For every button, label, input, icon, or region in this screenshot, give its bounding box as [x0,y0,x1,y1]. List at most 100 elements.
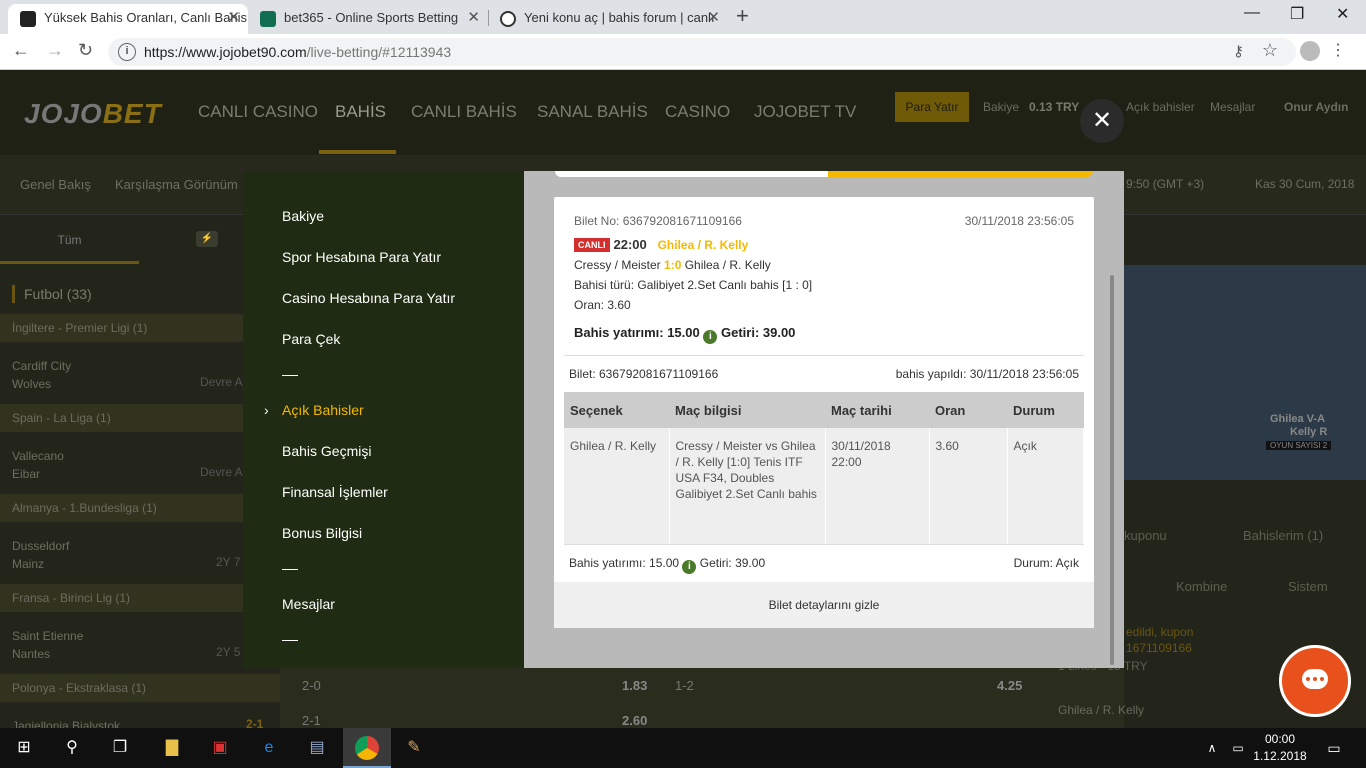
url-path: /live-betting/#12113943 [306,44,452,60]
file-explorer-icon[interactable]: ▇ [160,736,184,760]
menu-para-cek[interactable]: Para Çek [282,331,340,347]
menu-bahis-gecmisi[interactable]: Bahis Geçmişi [282,443,371,459]
tab-forum[interactable]: Yeni konu aç | bahis forum | canlı ✕ [488,4,728,34]
maximize-icon[interactable]: ❐ [1290,4,1304,24]
match-dusseldorf[interactable]: Dusseldorf Mainz [12,537,69,573]
match-away: Eibar [12,467,41,481]
menu-dots-icon[interactable]: ⋮ [1330,40,1346,60]
taskbar-clock[interactable]: 00:00 1.12.2018 [1250,731,1310,765]
nav-canli-casino[interactable]: CANLI CASINO [198,102,318,122]
jojobet-logo[interactable]: JOJOBET [24,98,162,130]
nav-casino[interactable]: CASINO [665,102,730,122]
nav-sanal-bahis[interactable]: SANAL BAHİS [537,102,648,122]
edge-icon[interactable]: e [257,736,281,760]
reload-icon[interactable]: ↻ [78,40,93,61]
paint-icon[interactable]: ✎ [402,736,426,760]
notifications-icon[interactable]: ▭ [1322,736,1346,760]
tab-bahislerim[interactable]: Bahislerim (1) [1243,528,1323,543]
menu-finansal-islemler[interactable]: Finansal İşlemler [282,484,388,500]
new-tab-button[interactable]: + [736,3,749,29]
divider [564,544,1084,545]
odd-value[interactable]: 4.25 [997,678,1022,693]
kupon-msg-1: edildi, kupon [1126,625,1194,639]
lightning-icon[interactable]: ⚡ [196,231,218,247]
site-info-icon[interactable]: i [118,43,136,61]
store-icon[interactable]: ▣ [208,736,232,760]
menu-bonus-bilgisi[interactable]: Bonus Bilgisi [282,525,362,541]
close-window-icon[interactable]: ✕ [1336,4,1349,24]
notepad-icon[interactable]: ▤ [305,736,329,760]
user-menu[interactable]: Onur Aydın [1284,100,1348,114]
foot-getiri: Getiri: 39.00 [699,556,766,570]
league-ligue1[interactable]: Fransa - Birinci Lig (1) [0,584,280,612]
menu-casino-para-yatir[interactable]: Casino Hesabına Para Yatır [282,290,455,306]
subnav-genel-bakis[interactable]: Genel Bakış [20,177,91,192]
tab-underline [0,261,139,264]
match-away: Mainz [12,557,45,571]
menu-label: Açık Bahisler [282,402,364,418]
menu-acik-bahisler[interactable]: › Açık Bahisler [264,402,364,418]
nav-bahis[interactable]: BAHİS [335,102,386,122]
info-icon[interactable]: i [682,560,697,574]
network-icon[interactable]: ▭ [1226,736,1250,760]
league-ekstraklasa[interactable]: Polonya - Ekstraklasa (1) [0,674,280,702]
league-laliga[interactable]: Spain - La Liga (1) [0,404,280,432]
close-tab-icon[interactable]: ✕ [467,4,480,32]
omnibox[interactable]: i https://www.jojobet90.com/live-betting… [108,38,1296,66]
browser-chrome: Yüksek Bahis Oranları, Canlı Bahis ✕ bet3… [0,0,1366,70]
odd-label: 2-1 [302,713,321,728]
ticket-stake-line: Bahis yatırımı: 15.00 i Getiri: 39.00 [574,325,795,344]
tab-bar: Yüksek Bahis Oranları, Canlı Bahis ✕ bet3… [0,0,1366,34]
league-bundesliga[interactable]: Almanya - 1.Bundesliga (1) [0,494,280,522]
td-oran: 3.60 [929,428,1008,544]
chrome-icon[interactable] [355,736,379,760]
url-text[interactable]: https://www.jojobet90.com/live-betting/#… [144,44,451,60]
match-cardiff[interactable]: Cardiff City Wolves [12,357,71,393]
para-yatir-button[interactable]: Para Yatır [895,92,969,122]
mesajlar-link[interactable]: Mesajlar [1210,100,1255,114]
search-icon[interactable]: ⚲ [60,736,84,760]
clock-time: 00:00 [1264,732,1296,746]
match-jagiellonia[interactable]: Jagiellonia Bialystok [12,717,120,728]
match-saint-etienne[interactable]: Saint Etienne Nantes [12,627,83,663]
close-tab-icon[interactable]: ✕ [227,4,240,32]
th-secenek: Seçenek [564,392,669,428]
key-icon[interactable]: ⚷ [1233,42,1244,60]
ticket-time: 22:00 [613,237,647,252]
menu-bakiye[interactable]: Bakiye [282,208,324,224]
info-icon[interactable]: i [703,330,718,344]
live-chat-button[interactable] [1279,645,1351,717]
nav-jojobet-tv[interactable]: JOJOBET TV [754,102,856,122]
tab-kuponu[interactable]: kuponu [1124,528,1167,543]
hide-ticket-details-button[interactable]: Bilet detaylarını gizle [554,582,1094,628]
acik-bahisler-link[interactable]: Açık bahisler [1126,100,1195,114]
task-view-icon[interactable]: ❐ [108,736,132,760]
odd-value[interactable]: 1.83 [622,678,647,693]
odd-value[interactable]: 2.60 [622,713,647,728]
forward-icon[interactable]: → [46,40,64,61]
tray-chevron-icon[interactable]: ∧ [1200,736,1224,760]
tab-kombine[interactable]: Kombine [1176,579,1227,594]
tab-bet365[interactable]: bet365 - Online Sports Betting ✕ [248,4,488,34]
modal-scrollbar[interactable] [1110,275,1114,665]
minimize-icon[interactable]: — [1244,4,1260,22]
league-premier[interactable]: İngiltere - Premier Ligi (1) [0,314,280,342]
soccer-ball-icon [500,11,516,27]
profile-avatar[interactable] [1300,41,1320,61]
nav-canli-bahis[interactable]: CANLI BAHİS [411,102,517,122]
nav-active-underline [319,150,396,154]
menu-mesajlar[interactable]: Mesajlar [282,596,335,612]
tab-jojobet[interactable]: Yüksek Bahis Oranları, Canlı Bahis ✕ [8,4,248,34]
windows-start-icon[interactable]: ⊞ [12,736,36,760]
close-tab-icon[interactable]: ✕ [707,4,720,32]
sport-header-futbol[interactable]: Futbol (33) [0,278,280,310]
tab-tum[interactable]: Tüm [0,233,139,247]
back-icon[interactable]: ← [12,40,30,61]
menu-spor-para-yatir[interactable]: Spor Hesabına Para Yatır [282,249,441,265]
table-header-row: Seçenek Maç bilgisi Maç tarihi Oran Duru… [564,392,1084,428]
bookmark-star-icon[interactable]: ☆ [1262,40,1278,61]
match-vallecano[interactable]: Vallecano Eibar [12,447,64,483]
tab-sistem[interactable]: Sistem [1288,579,1328,594]
close-modal-button[interactable]: ✕ [1080,99,1124,143]
subnav-karsilasma[interactable]: Karşılaşma Görünüm [115,177,238,192]
